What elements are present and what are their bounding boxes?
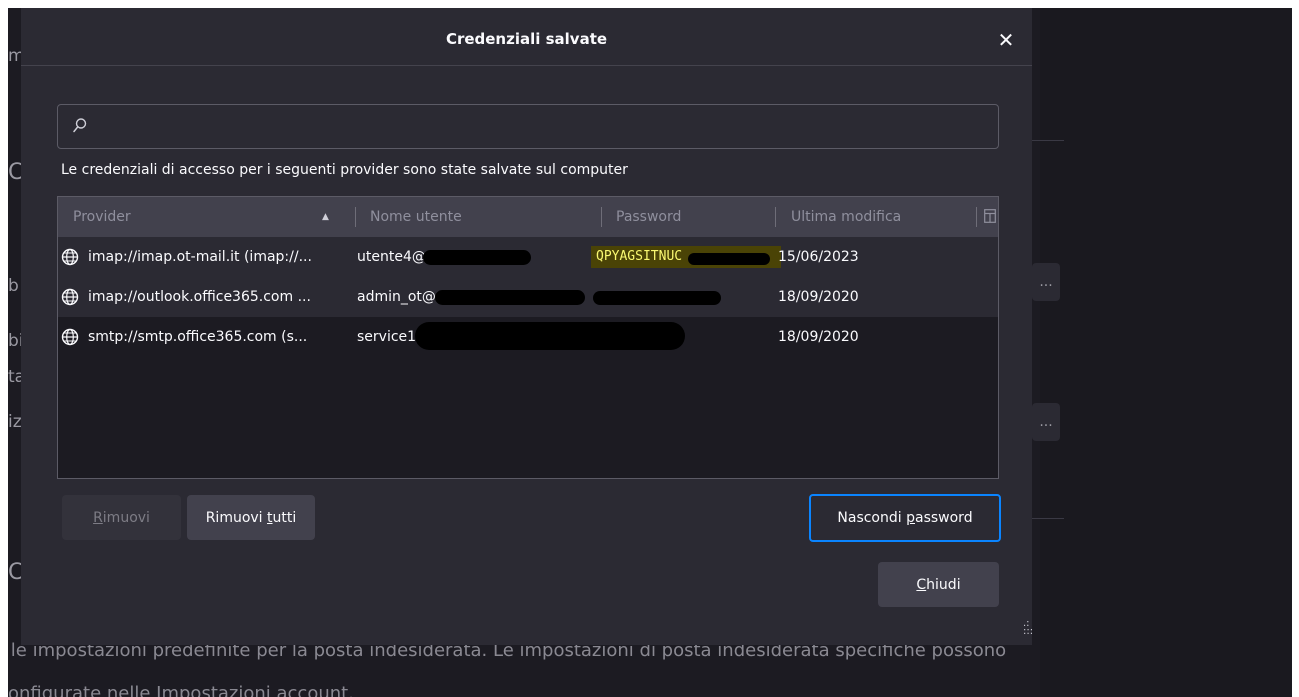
search-icon bbox=[73, 118, 87, 133]
hide-passwords-button-label: assword bbox=[915, 510, 973, 526]
background-separator bbox=[1032, 140, 1064, 141]
column-header-username[interactable]: Nome utente bbox=[370, 197, 590, 237]
background-text-fragment: iz bbox=[8, 412, 22, 432]
search-input[interactable] bbox=[98, 113, 988, 140]
remove-button-accesskey: R bbox=[93, 509, 103, 526]
redaction-mark bbox=[435, 290, 585, 305]
saved-logins-dialog: Credenziali salvate ✕ Le credenziali di … bbox=[21, 8, 1032, 645]
column-header-password[interactable]: Password bbox=[616, 197, 766, 237]
column-divider bbox=[976, 207, 977, 227]
resize-grip-icon[interactable]: .:::: bbox=[1023, 619, 1033, 637]
search-box bbox=[57, 104, 999, 149]
hide-passwords-button[interactable]: Nascondi p assword bbox=[809, 494, 1001, 542]
password-cell: QPYAGSITNUC bbox=[596, 249, 683, 264]
hide-passwords-button-accesskey: p bbox=[906, 510, 915, 526]
credentials-table: Provider ▲ Nome utente Password Ultima m… bbox=[57, 196, 999, 479]
remove-all-button-label: utti bbox=[272, 509, 297, 526]
background-button: ... bbox=[1032, 263, 1060, 301]
column-header-provider[interactable]: Provider bbox=[73, 197, 323, 237]
background-separator bbox=[1032, 518, 1064, 519]
remove-button[interactable]: Rimuovi bbox=[62, 495, 181, 540]
table-header: Provider ▲ Nome utente Password Ultima m… bbox=[58, 197, 998, 237]
globe-icon bbox=[61, 248, 79, 266]
last-modified-cell: 15/06/2023 bbox=[778, 249, 859, 265]
dialog-title: Credenziali salvate bbox=[445, 30, 608, 48]
redaction-mark bbox=[593, 291, 721, 305]
redaction-mark bbox=[423, 250, 531, 265]
column-divider bbox=[355, 207, 356, 227]
column-divider bbox=[775, 207, 776, 227]
close-button-accesskey: C bbox=[916, 576, 927, 593]
last-modified-cell: 18/09/2020 bbox=[778, 289, 859, 305]
app-window: m C b bi ta iz C ... ... e le impostazio… bbox=[8, 8, 1292, 697]
remove-button-label: imuovi bbox=[102, 509, 150, 526]
last-modified-cell: 18/09/2020 bbox=[778, 329, 859, 345]
dialog-header: Credenziali salvate ✕ bbox=[21, 8, 1032, 66]
column-header-last-modified[interactable]: Ultima modifica bbox=[791, 197, 971, 237]
remove-all-button[interactable]: Rimuovi t utti bbox=[187, 495, 315, 540]
close-button[interactable]: Chiudi bbox=[878, 562, 999, 607]
table-row[interactable]: imap://outlook.office365.com ... admin_o… bbox=[58, 277, 998, 317]
background-text-fragment: b bbox=[8, 276, 19, 296]
sort-ascending-icon: ▲ bbox=[322, 212, 329, 222]
right-panel-background bbox=[1040, 8, 1292, 697]
column-picker-icon[interactable] bbox=[984, 209, 996, 223]
table-row[interactable]: smtp://smtp.office365.com (s... service1… bbox=[58, 317, 998, 357]
background-button: ... bbox=[1032, 403, 1060, 441]
table-row[interactable]: imap://imap.ot-mail.it (imap://... utent… bbox=[58, 237, 998, 277]
close-icon[interactable]: ✕ bbox=[991, 25, 1021, 55]
column-divider bbox=[601, 207, 602, 227]
remove-all-button-label: Rimuovi bbox=[205, 509, 268, 526]
close-button-label: hiudi bbox=[926, 576, 961, 593]
globe-icon bbox=[61, 288, 79, 306]
description-text: Le credenziali di accesso per i seguenti… bbox=[61, 162, 628, 178]
provider-cell: smtp://smtp.office365.com (s... bbox=[88, 329, 308, 345]
password-cell bbox=[596, 317, 766, 357]
globe-icon bbox=[61, 328, 79, 346]
hide-passwords-button-label: Nascondi bbox=[837, 510, 907, 526]
background-paragraph-line: onfigurate nelle Impostazioni account. bbox=[8, 683, 354, 697]
provider-cell: imap://outlook.office365.com ... bbox=[88, 289, 311, 305]
provider-cell: imap://imap.ot-mail.it (imap://... bbox=[88, 249, 312, 265]
redaction-mark bbox=[688, 253, 770, 265]
